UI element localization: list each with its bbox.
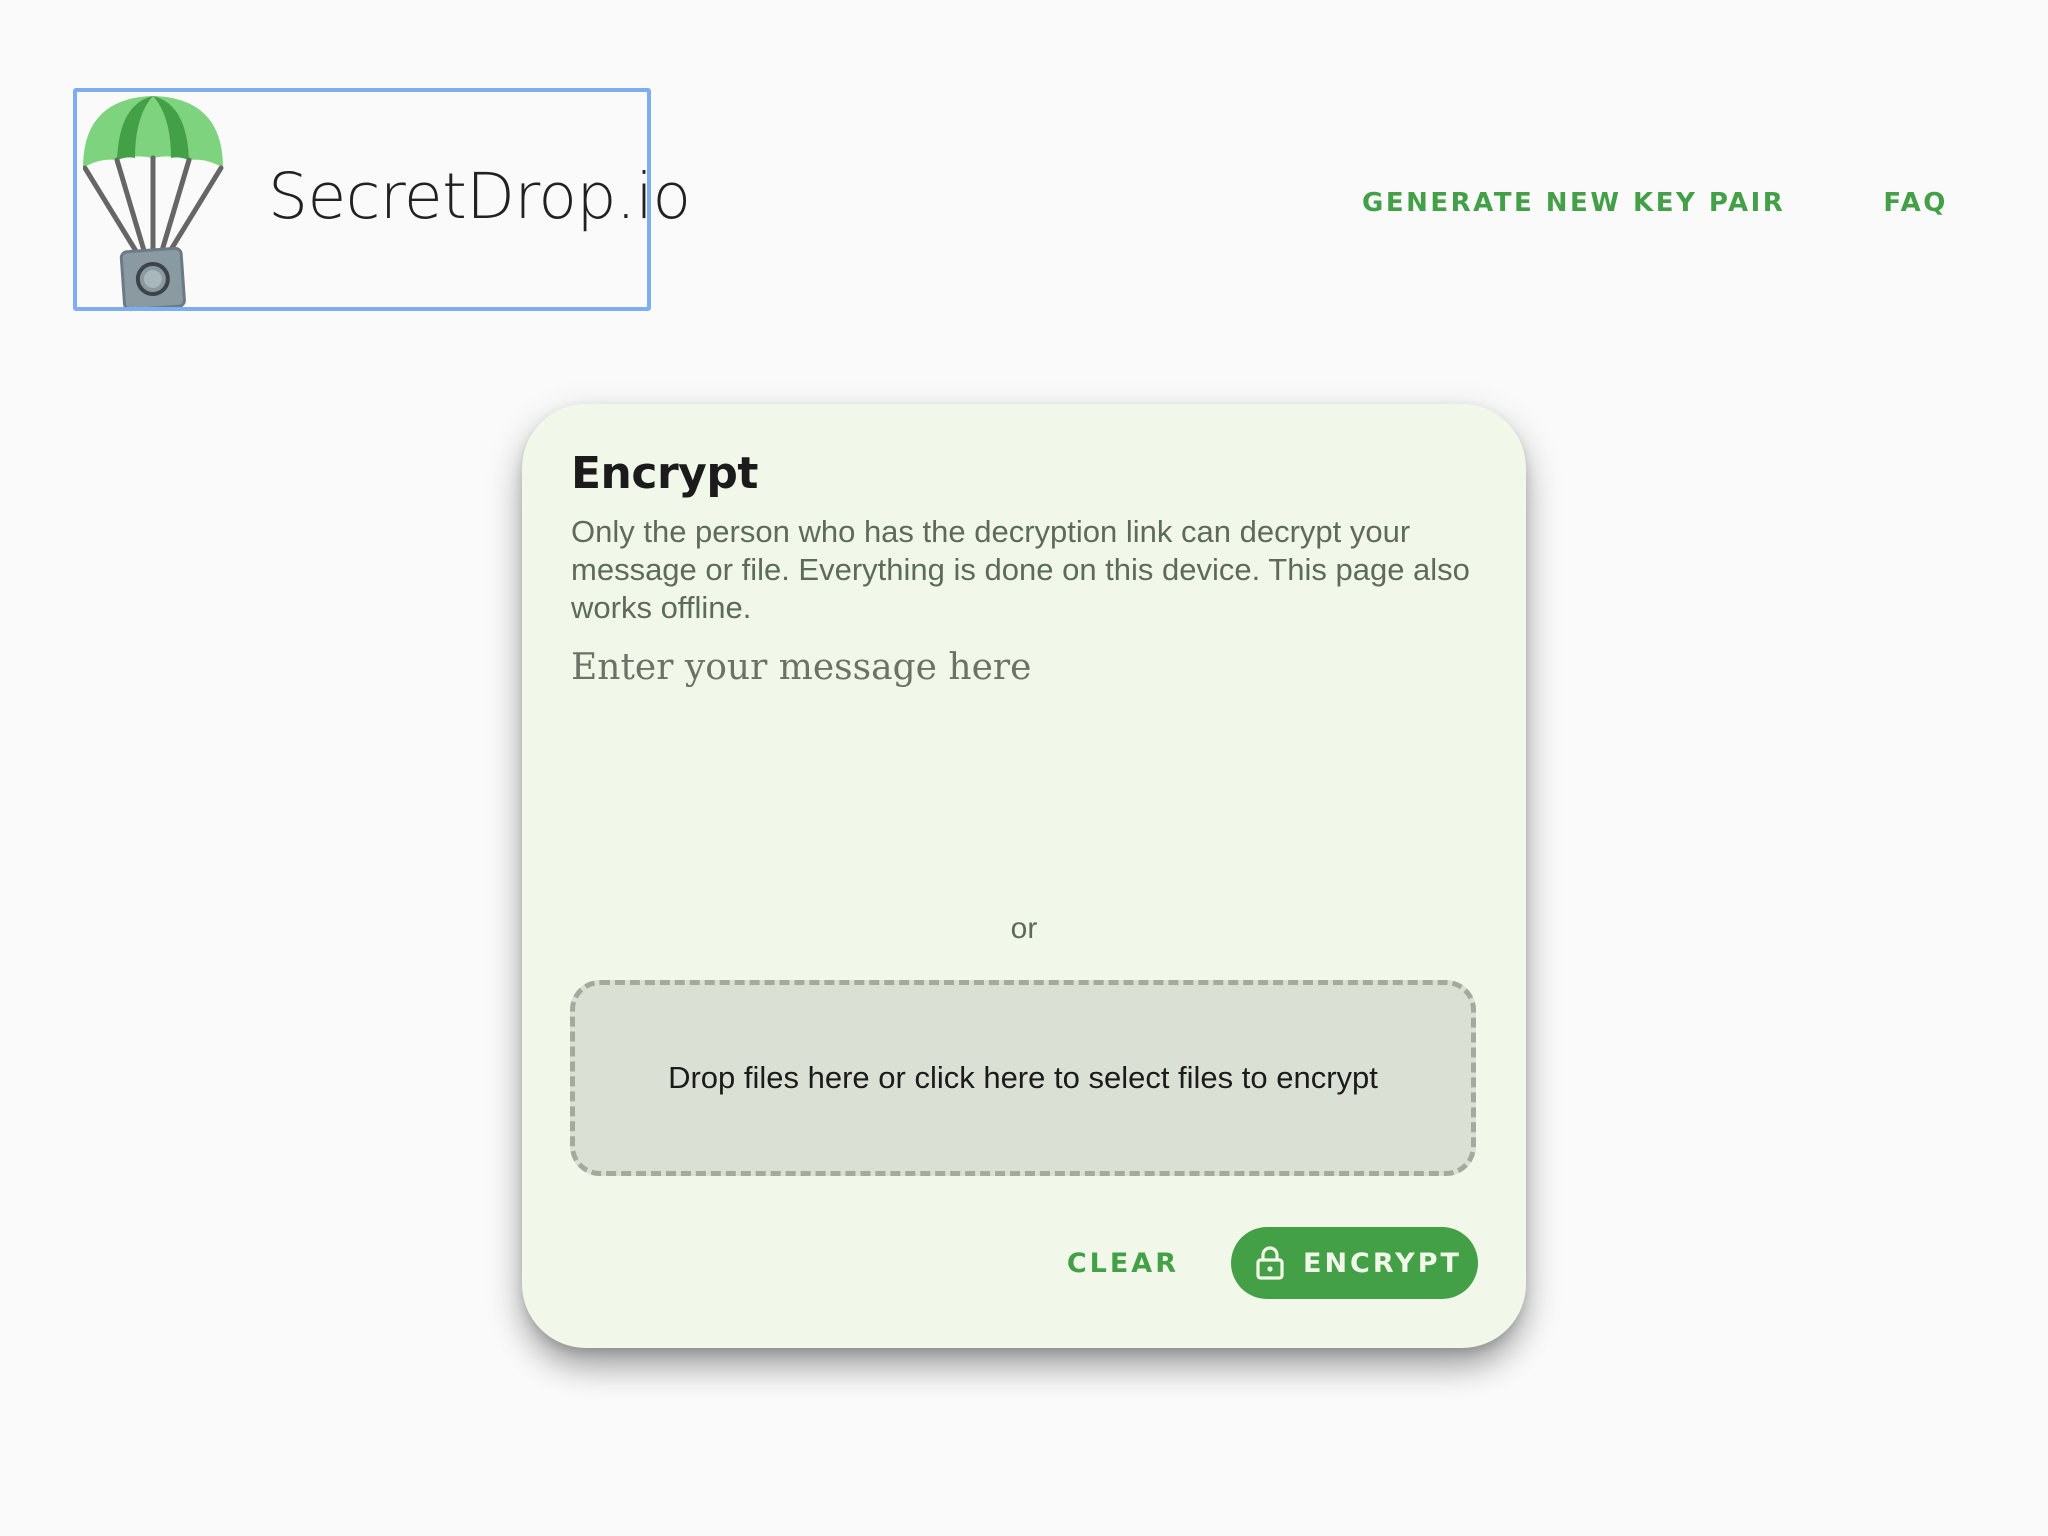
- top-nav: GENERATE NEW KEY PAIR FAQ: [1362, 182, 1948, 224]
- encrypt-button[interactable]: ENCRYPT: [1231, 1227, 1478, 1299]
- logo-text: SecretDrop.io: [268, 160, 691, 233]
- parachute-safe-icon: [83, 96, 224, 312]
- encrypt-card: Encrypt Only the person who has the decr…: [522, 404, 1526, 1348]
- logo-link[interactable]: SecretDrop.io: [73, 88, 691, 312]
- card-description: Only the person who has the decryption l…: [571, 514, 1470, 625]
- clear-button[interactable]: CLEAR: [1049, 1234, 1197, 1293]
- encrypt-button-label: ENCRYPT: [1303, 1247, 1462, 1279]
- dropzone-label: Drop files here or click here to select …: [668, 1060, 1378, 1095]
- generate-key-pair-link[interactable]: GENERATE NEW KEY PAIR: [1362, 182, 1785, 224]
- lock-icon: [1256, 1246, 1284, 1280]
- or-separator: or: [1010, 912, 1038, 945]
- card-actions: CLEAR ENCRYPT: [1049, 1227, 1478, 1299]
- faq-link[interactable]: FAQ: [1883, 182, 1948, 224]
- file-dropzone[interactable]: Drop files here or click here to select …: [570, 980, 1476, 1176]
- card-title: Encrypt: [571, 448, 758, 499]
- message-input[interactable]: [571, 644, 1475, 814]
